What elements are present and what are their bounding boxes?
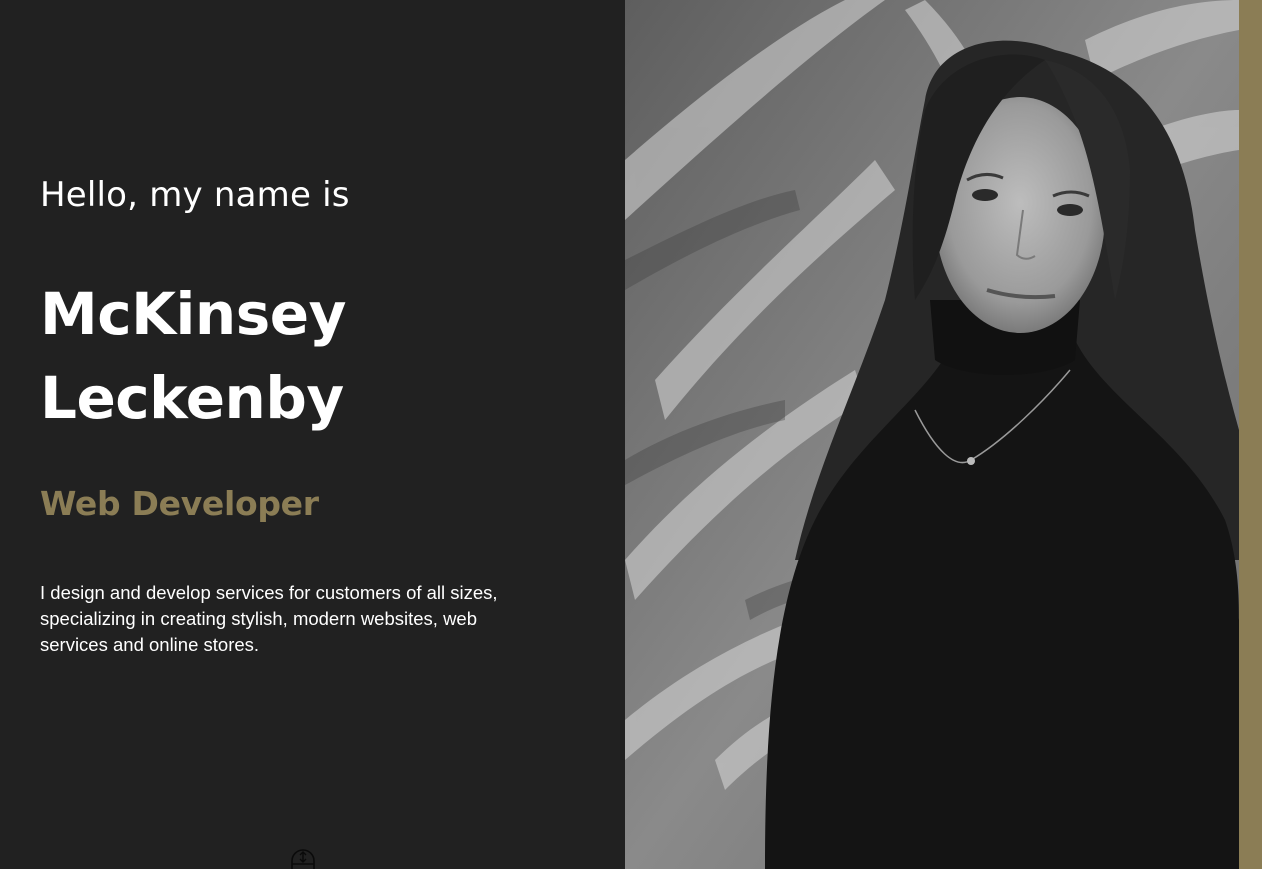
greeting-text: Hello, my name is xyxy=(40,175,350,215)
person-name: McKinsey Leckenby xyxy=(40,272,346,440)
first-name: McKinsey xyxy=(40,280,346,348)
last-name: Leckenby xyxy=(40,364,344,432)
accent-side-bar xyxy=(1239,0,1262,869)
portrait-photo xyxy=(625,0,1239,869)
hero-text-panel: Hello, my name is McKinsey Leckenby Web … xyxy=(0,0,625,869)
hero-description: I design and develop services for custom… xyxy=(40,582,498,655)
scroll-mouse-icon[interactable] xyxy=(290,848,316,869)
job-title: Web Developer xyxy=(40,484,319,523)
